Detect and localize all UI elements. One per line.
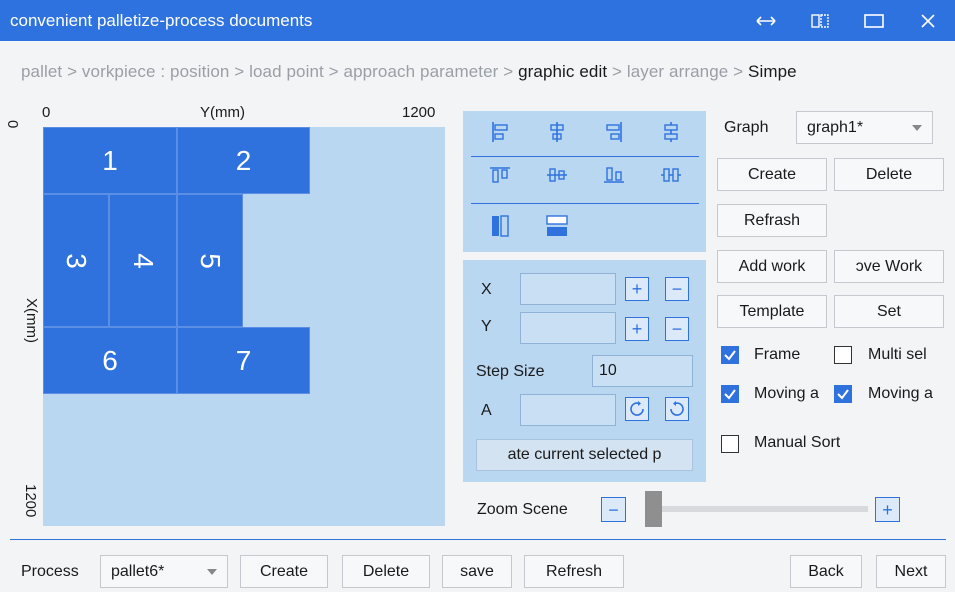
x-input[interactable]: [520, 273, 616, 305]
x-axis-label: X(mm): [23, 298, 40, 343]
close-icon[interactable]: [901, 0, 955, 41]
workpiece-block-2[interactable]: 2: [177, 127, 310, 194]
align-center-horizontal-icon[interactable]: [528, 117, 585, 147]
distribute-vertical-icon[interactable]: [642, 117, 699, 147]
template-button[interactable]: Template: [717, 295, 827, 328]
a-label: A: [481, 402, 492, 419]
graph-refresh-button[interactable]: Refrash: [717, 204, 827, 237]
y-axis-label: Y(mm): [200, 104, 245, 121]
process-label: Process: [21, 563, 79, 580]
frame-checkbox[interactable]: [721, 346, 739, 364]
x-decrement-button[interactable]: −: [665, 277, 689, 301]
manual-sort-label: Manual Sort: [754, 434, 841, 451]
align-left-icon[interactable]: [471, 117, 528, 147]
x-label: X: [481, 281, 492, 298]
moving-a-label-1: Moving a: [754, 385, 819, 402]
moving-a-checkbox-1[interactable]: [721, 385, 739, 403]
y-axis-min: 0: [42, 104, 51, 121]
distribute-horizontal-icon[interactable]: [642, 160, 699, 190]
multi-select-checkbox[interactable]: [834, 346, 852, 364]
graph-label: Graph: [724, 119, 769, 136]
multi-select-label: Multi sel: [868, 346, 927, 363]
step-size-input[interactable]: 10: [592, 355, 693, 387]
footer-divider: [10, 539, 946, 540]
y-label: Y: [481, 318, 492, 335]
maximize-icon[interactable]: [847, 0, 901, 41]
set-button[interactable]: Set: [834, 295, 944, 328]
x-axis-max: 1200: [22, 484, 39, 518]
checkmark-icon: [724, 350, 736, 361]
workpiece-block-6[interactable]: 6: [43, 327, 177, 394]
breadcrumb-last[interactable]: Simpe: [748, 62, 797, 81]
graph-create-button[interactable]: Create: [717, 158, 827, 191]
checkmark-icon: [837, 389, 849, 400]
x-axis-min: 0: [4, 120, 21, 129]
frame-label: Frame: [754, 346, 801, 363]
title-bar: convenient palletize-process documents: [0, 0, 955, 41]
workpiece-block-4[interactable]: 4: [109, 194, 177, 327]
align-right-icon[interactable]: [585, 117, 642, 147]
manual-sort-checkbox[interactable]: [721, 435, 739, 453]
rotate-clockwise-icon[interactable]: [625, 397, 649, 421]
moving-a-label-2: Moving a: [868, 385, 933, 402]
breadcrumb-current: graphic edit: [518, 62, 608, 81]
rotate-counterclockwise-icon[interactable]: [665, 397, 689, 421]
workpiece-block-7[interactable]: 7: [177, 327, 310, 394]
chevron-down-icon: [912, 125, 922, 131]
y-axis-max: 1200: [402, 104, 436, 121]
a-input[interactable]: [520, 394, 616, 426]
y-input[interactable]: [520, 312, 616, 344]
window-title: convenient palletize-process documents: [10, 10, 313, 30]
graph-select[interactable]: graph1*: [796, 111, 933, 144]
next-button[interactable]: Next: [876, 555, 946, 588]
checkmark-icon: [724, 389, 736, 400]
remove-work-button[interactable]: ɔve Work: [834, 250, 944, 283]
zoom-out-button[interactable]: −: [601, 497, 626, 522]
breadcrumb: pallet > vorkpiece : position > load poi…: [21, 62, 797, 82]
zoom-scene-label: Zoom Scene: [477, 501, 568, 518]
breadcrumb-next-steps[interactable]: > layer arrange >: [607, 62, 748, 81]
graph-delete-button[interactable]: Delete: [834, 158, 944, 191]
process-select-value: pallet6*: [111, 562, 165, 580]
breadcrumb-prev-steps[interactable]: pallet > vorkpiece : position > load poi…: [21, 62, 518, 81]
align-panel: [463, 111, 706, 252]
flip-vertical-icon[interactable]: [528, 211, 585, 241]
x-increment-button[interactable]: +: [625, 277, 649, 301]
process-save-button[interactable]: save: [442, 555, 512, 588]
workpiece-block-5[interactable]: 5: [177, 194, 243, 327]
split-view-icon[interactable]: [793, 0, 847, 41]
flip-horizontal-icon[interactable]: [471, 211, 528, 241]
process-select[interactable]: pallet6*: [100, 555, 228, 588]
chevron-down-icon: [207, 569, 217, 575]
process-refresh-button[interactable]: Refresh: [524, 555, 624, 588]
swap-icon[interactable]: [739, 0, 793, 41]
scene-canvas[interactable]: 1 2 3 4 5 6 7: [43, 127, 445, 526]
align-center-vertical-icon[interactable]: [528, 160, 585, 190]
rotate-selected-button[interactable]: ate current selected p: [476, 439, 693, 471]
workpiece-block-3[interactable]: 3: [43, 194, 109, 327]
add-work-button[interactable]: Add work: [717, 250, 827, 283]
align-bottom-icon[interactable]: [585, 160, 642, 190]
y-increment-button[interactable]: +: [625, 317, 649, 341]
back-button[interactable]: Back: [790, 555, 862, 588]
zoom-in-button[interactable]: +: [875, 497, 900, 522]
process-delete-button[interactable]: Delete: [342, 555, 430, 588]
workpiece-block-1[interactable]: 1: [43, 127, 177, 194]
position-panel: X + − Y + − Step Size 10 A ate current s…: [463, 260, 706, 482]
align-top-icon[interactable]: [471, 160, 528, 190]
zoom-slider-handle[interactable]: [645, 491, 662, 527]
moving-a-checkbox-2[interactable]: [834, 385, 852, 403]
graph-select-value: graph1*: [807, 118, 864, 136]
step-size-label: Step Size: [476, 363, 545, 380]
process-create-button[interactable]: Create: [240, 555, 328, 588]
zoom-slider-track[interactable]: [652, 506, 868, 512]
y-decrement-button[interactable]: −: [665, 317, 689, 341]
